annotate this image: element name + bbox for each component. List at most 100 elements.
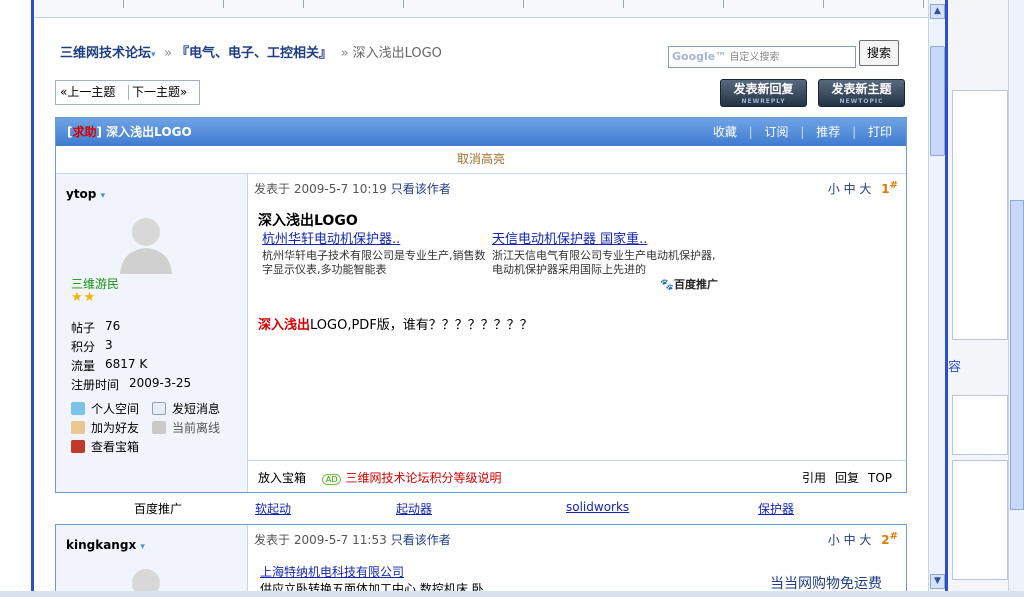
stat-label: 帖子 — [71, 321, 96, 335]
print-link[interactable]: 打印 — [868, 125, 892, 139]
floor-number-text: 1 — [881, 182, 890, 196]
prev-topic-link[interactable]: «上一主题 — [60, 81, 115, 104]
breadcrumb-separator: » — [164, 46, 173, 61]
next-topic-link[interactable]: 下一主题» — [132, 81, 187, 104]
author-panel: kingkangx ▾ — [56, 525, 248, 597]
new-reply-sublabel: NEWREPLY — [741, 98, 786, 105]
thread-header: [求助] 深入浅出LOGO 收藏 | 订阅 | 推荐 | 打印 — [56, 118, 906, 146]
new-reply-button[interactable]: 发表新回复 NEWREPLY — [720, 79, 807, 107]
stat-label: 积分 — [71, 340, 96, 354]
subscribe-link[interactable]: 订阅 — [765, 125, 789, 139]
top-nav-strip — [34, 0, 928, 18]
ad-desc: 浙江天信电气有限公司专业生产电动机保护器,电动机保护器采用国际上先进的 — [492, 249, 716, 276]
new-reply-label: 发表新回复 — [733, 82, 794, 96]
baidu-promotion-label[interactable]: 🐾百度推广 — [660, 276, 718, 292]
user-offline-icon — [152, 421, 166, 434]
points-level-link[interactable]: 三维网技术论坛积分等级说明 — [345, 471, 501, 485]
treasure-chest-icon — [71, 440, 85, 453]
author-name[interactable]: ytop ▾ — [66, 187, 105, 201]
floor-mark: # — [889, 531, 898, 542]
font-medium-link[interactable]: 中 — [844, 182, 856, 196]
put-in-treasure-link[interactable]: 放入宝箱 — [258, 471, 306, 485]
author-name[interactable]: kingkangx ▾ — [66, 538, 145, 552]
right-frame: 容 — [945, 0, 1024, 597]
font-medium-link[interactable]: 中 — [844, 533, 856, 547]
google-logo: Google™ — [672, 50, 727, 63]
ad-title-link[interactable]: 杭州华轩电动机保护器.. — [262, 232, 487, 248]
chevron-down-icon[interactable]: ▾ — [151, 50, 156, 60]
offline-status: 当前离线 — [152, 419, 220, 436]
font-small-link[interactable]: 小 — [828, 182, 840, 196]
breadcrumb-forum-link[interactable]: 三维网技术论坛 — [60, 46, 151, 61]
view-treasure-link[interactable]: 查看宝箱 — [71, 438, 139, 455]
stat-value: 3 — [105, 338, 113, 352]
ad-desc: 杭州华轩电子技术有限公司是专业生产,销售数字显示仪表,多功能智能表 — [262, 249, 486, 276]
keyword-link[interactable]: 软起动 — [255, 500, 291, 517]
vertical-scrollbar[interactable]: ▲ ▼ — [928, 0, 945, 597]
rank-stars-icon: ★★ — [71, 290, 97, 305]
right-frame-scrollbar[interactable] — [1008, 0, 1024, 597]
chevron-down-icon[interactable]: ▾ — [101, 191, 106, 201]
floor-mark: # — [889, 180, 898, 191]
scroll-thumb[interactable] — [1010, 200, 1024, 510]
personal-space-label: 个人空间 — [91, 402, 140, 416]
new-topic-label: 发表新主题 — [831, 82, 892, 96]
ad-title-link[interactable]: 上海特纳机电科技有限公司 — [260, 563, 490, 580]
scroll-thumb[interactable] — [930, 46, 945, 156]
actions-separator: | — [800, 125, 805, 139]
highlighted-term: 深入浅出 — [258, 318, 311, 333]
new-topic-button[interactable]: 发表新主题 NEWTOPIC — [818, 79, 905, 107]
author-only-link[interactable]: 只看该作者 — [391, 182, 451, 196]
home-icon — [71, 402, 85, 415]
font-large-link[interactable]: 大 — [859, 182, 871, 196]
search-input[interactable]: Google™ 自定义搜索 — [668, 46, 856, 68]
stat-label: 流量 — [71, 359, 96, 373]
stat-label: 注册时间 — [71, 378, 120, 392]
personal-space-link[interactable]: 个人空间 — [71, 400, 139, 417]
post-body: 深入浅出LOGO,PDF版，谁有？？？？？？？？ — [258, 314, 533, 333]
font-small-link[interactable]: 小 — [828, 533, 840, 547]
post-footer-actions: 引用 回复 TOP — [793, 469, 892, 486]
search-button[interactable]: 搜索 — [859, 40, 899, 66]
favorite-link[interactable]: 收藏 — [713, 125, 737, 139]
author-panel: ytop ▾ 三维游民 ★★ 帖子 76 积分 3 流量 6817 K 注册时间 200… — [56, 174, 248, 492]
breadcrumb-current: 深入浅出LOGO — [352, 46, 442, 61]
right-panel-box — [952, 90, 1008, 340]
post-1: [求助] 深入浅出LOGO 收藏 | 订阅 | 推荐 | 打印 取消高亮 yto… — [55, 117, 907, 493]
post-footer: 放入宝箱 AD 三维网技术论坛积分等级说明 引用 回复 TOP — [248, 460, 906, 490]
cancel-highlight-link[interactable]: 取消高亮 — [56, 146, 906, 174]
bottom-scroll-strip — [0, 591, 1024, 597]
reply-link[interactable]: 回复 — [835, 471, 859, 485]
breadcrumb-section-link[interactable]: 『电气、电子、工控相关』 — [176, 46, 332, 61]
quote-link[interactable]: 引用 — [802, 471, 826, 485]
ad-item[interactable]: 天信电动机保护器 国家重.. 浙江天信电气有限公司专业生产电动机保护器,电动机保… — [492, 232, 717, 277]
chevron-down-icon[interactable]: ▾ — [140, 542, 145, 552]
floor-number[interactable]: 1# — [881, 180, 898, 196]
ad-badge-icon: AD — [321, 474, 342, 485]
breadcrumb: 三维网技术论坛▾ » 『电气、电子、工控相关』 » 深入浅出LOGO — [60, 42, 442, 61]
keyword-link[interactable]: 保护器 — [758, 500, 794, 517]
thread-pager: «上一主题 下一主题» — [55, 80, 200, 105]
floor-number[interactable]: 2# — [881, 531, 898, 547]
stat-traffic: 流量 6817 K — [71, 357, 147, 374]
keyword-link[interactable]: solidworks — [566, 500, 629, 514]
baidu-links-bar: 百度推广 软起动 起动器 solidworks 保护器 — [118, 500, 848, 516]
top-link[interactable]: TOP — [868, 471, 892, 485]
thread-title: 深入浅出LOGO — [106, 125, 192, 139]
author-only-link[interactable]: 只看该作者 — [391, 533, 451, 547]
stat-value: 2009-3-25 — [129, 376, 192, 390]
scroll-down-icon[interactable]: ▼ — [930, 574, 945, 589]
font-large-link[interactable]: 大 — [859, 533, 871, 547]
avatar-placeholder-icon[interactable] — [114, 210, 178, 274]
dangdang-ad-link[interactable]: 当当网购物免运费 — [770, 573, 882, 593]
stat-value: 76 — [105, 319, 121, 333]
scroll-up-icon[interactable]: ▲ — [930, 4, 945, 19]
send-pm-link[interactable]: 发短消息 — [152, 400, 220, 417]
keyword-link[interactable]: 起动器 — [396, 500, 432, 517]
pager-divider — [128, 85, 129, 100]
thread-actions: 收藏 | 订阅 | 推荐 | 打印 — [705, 118, 892, 146]
ad-title-link[interactable]: 天信电动机保护器 国家重.. — [492, 232, 717, 248]
add-friend-link[interactable]: 加为好友 — [71, 419, 139, 436]
recommend-link[interactable]: 推荐 — [816, 125, 840, 139]
ad-item[interactable]: 杭州华轩电动机保护器.. 杭州华轩电子技术有限公司是专业生产,销售数字显示仪表,… — [262, 232, 487, 277]
